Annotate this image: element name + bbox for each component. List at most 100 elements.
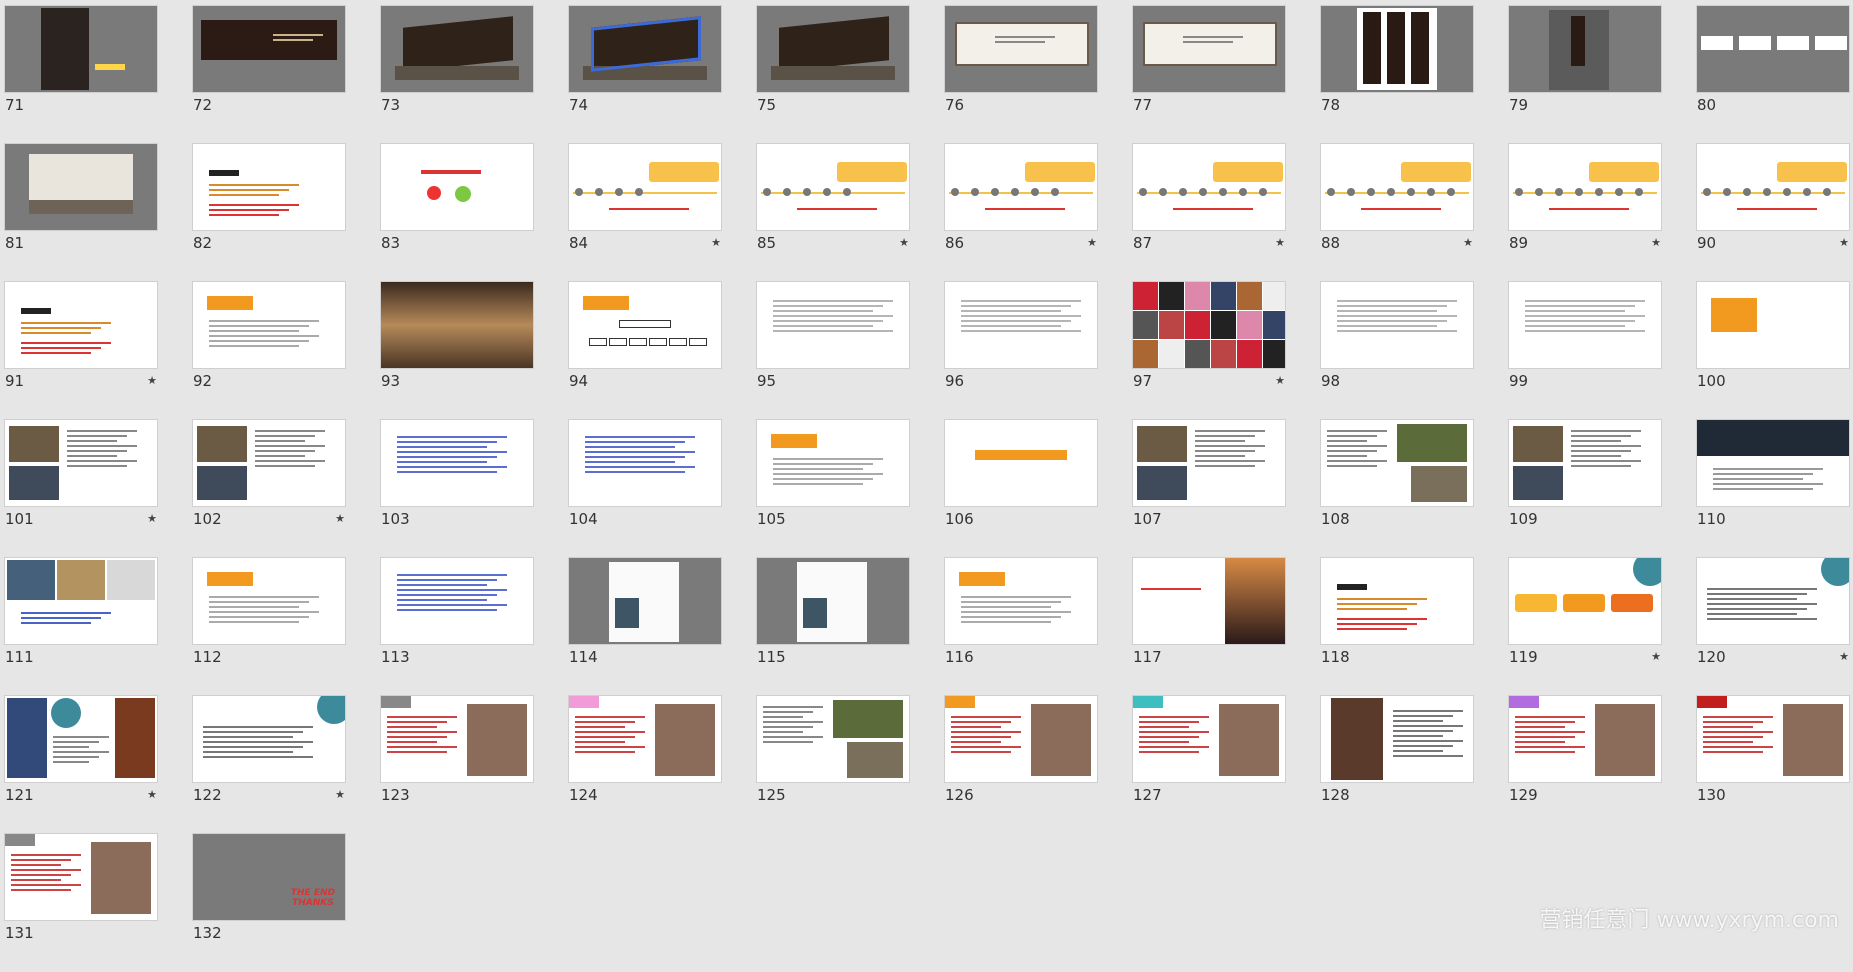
- slide-thumbnail[interactable]: THE END THANKS 132: [193, 834, 345, 972]
- slide-preview[interactable]: [5, 558, 157, 644]
- slide-thumbnail[interactable]: 80: [1697, 6, 1849, 144]
- slide-preview[interactable]: [1321, 558, 1473, 644]
- slide-thumbnail[interactable]: 98: [1321, 282, 1473, 420]
- slide-preview[interactable]: [381, 696, 533, 782]
- slide-preview[interactable]: [1697, 144, 1849, 230]
- slide-preview[interactable]: [1697, 696, 1849, 782]
- slide-thumbnail[interactable]: 101 ★: [5, 420, 157, 558]
- animation-star-icon[interactable]: ★: [1651, 650, 1661, 663]
- slide-thumbnail[interactable]: 124: [569, 696, 721, 834]
- slide-thumbnail[interactable]: 118: [1321, 558, 1473, 696]
- slide-thumbnail[interactable]: 71: [5, 6, 157, 144]
- animation-star-icon[interactable]: ★: [147, 374, 157, 387]
- slide-preview[interactable]: [1697, 282, 1849, 368]
- slide-thumbnail[interactable]: 83: [381, 144, 533, 282]
- slide-thumbnail[interactable]: 119 ★: [1509, 558, 1661, 696]
- slide-preview[interactable]: [1133, 696, 1285, 782]
- slide-thumbnail[interactable]: 114: [569, 558, 721, 696]
- slide-thumbnail[interactable]: 74: [569, 6, 721, 144]
- slide-thumbnail[interactable]: 117: [1133, 558, 1285, 696]
- animation-star-icon[interactable]: ★: [1275, 236, 1285, 249]
- slide-preview[interactable]: [1697, 558, 1849, 644]
- slide-preview[interactable]: [757, 420, 909, 506]
- slide-preview[interactable]: THE END THANKS: [193, 834, 345, 920]
- slide-preview[interactable]: [1321, 6, 1473, 92]
- slide-thumbnail[interactable]: 129: [1509, 696, 1661, 834]
- animation-star-icon[interactable]: ★: [335, 512, 345, 525]
- slide-preview[interactable]: [5, 6, 157, 92]
- slide-preview[interactable]: [945, 696, 1097, 782]
- slide-thumbnail[interactable]: 123: [381, 696, 533, 834]
- animation-star-icon[interactable]: ★: [1087, 236, 1097, 249]
- slide-thumbnail[interactable]: 94: [569, 282, 721, 420]
- slide-thumbnail[interactable]: 131: [5, 834, 157, 972]
- slide-preview[interactable]: [5, 144, 157, 230]
- slide-thumbnail[interactable]: 105: [757, 420, 909, 558]
- slide-thumbnail[interactable]: 73: [381, 6, 533, 144]
- slide-thumbnail[interactable]: 127: [1133, 696, 1285, 834]
- slide-preview[interactable]: [381, 282, 533, 368]
- slide-thumbnail[interactable]: 75: [757, 6, 909, 144]
- slide-thumbnail[interactable]: 116: [945, 558, 1097, 696]
- slide-thumbnail[interactable]: 90 ★: [1697, 144, 1849, 282]
- slide-preview[interactable]: [945, 558, 1097, 644]
- slide-preview[interactable]: [381, 558, 533, 644]
- slide-preview[interactable]: [757, 282, 909, 368]
- animation-star-icon[interactable]: ★: [1839, 650, 1849, 663]
- slide-preview[interactable]: [569, 420, 721, 506]
- slide-thumbnail[interactable]: 120 ★: [1697, 558, 1849, 696]
- slide-preview[interactable]: [757, 6, 909, 92]
- slide-preview[interactable]: [193, 144, 345, 230]
- slide-thumbnail[interactable]: 82: [193, 144, 345, 282]
- slide-preview[interactable]: [1509, 144, 1661, 230]
- slide-thumbnail[interactable]: 100: [1697, 282, 1849, 420]
- slide-thumbnail[interactable]: 115: [757, 558, 909, 696]
- slide-preview[interactable]: [1133, 144, 1285, 230]
- slide-preview[interactable]: [1133, 6, 1285, 92]
- slide-thumbnail[interactable]: 128: [1321, 696, 1473, 834]
- animation-star-icon[interactable]: ★: [1839, 236, 1849, 249]
- slide-thumbnail[interactable]: 102 ★: [193, 420, 345, 558]
- slide-preview[interactable]: [757, 696, 909, 782]
- animation-star-icon[interactable]: ★: [335, 788, 345, 801]
- animation-star-icon[interactable]: ★: [147, 788, 157, 801]
- slide-thumbnail[interactable]: 91 ★: [5, 282, 157, 420]
- slide-thumbnail[interactable]: 87 ★: [1133, 144, 1285, 282]
- slide-preview[interactable]: [1509, 6, 1661, 92]
- slide-thumbnail[interactable]: 89 ★: [1509, 144, 1661, 282]
- animation-star-icon[interactable]: ★: [711, 236, 721, 249]
- slide-preview[interactable]: [945, 6, 1097, 92]
- slide-preview[interactable]: [193, 282, 345, 368]
- slide-preview[interactable]: [1321, 420, 1473, 506]
- slide-thumbnail[interactable]: 107: [1133, 420, 1285, 558]
- slide-preview[interactable]: [193, 6, 345, 92]
- slide-thumbnail[interactable]: 76: [945, 6, 1097, 144]
- animation-star-icon[interactable]: ★: [1463, 236, 1473, 249]
- slide-preview[interactable]: [569, 696, 721, 782]
- slide-thumbnail[interactable]: 95: [757, 282, 909, 420]
- slide-preview[interactable]: [569, 144, 721, 230]
- slide-preview[interactable]: [945, 420, 1097, 506]
- slide-thumbnail[interactable]: 106: [945, 420, 1097, 558]
- slide-preview[interactable]: [1321, 282, 1473, 368]
- slide-preview[interactable]: [5, 282, 157, 368]
- slide-preview[interactable]: [381, 420, 533, 506]
- slide-preview[interactable]: [5, 420, 157, 506]
- slide-thumbnail[interactable]: 110: [1697, 420, 1849, 558]
- slide-thumbnail[interactable]: 125: [757, 696, 909, 834]
- slide-preview[interactable]: [569, 6, 721, 92]
- slide-thumbnail[interactable]: 103: [381, 420, 533, 558]
- slide-thumbnail[interactable]: 85 ★: [757, 144, 909, 282]
- slide-thumbnail[interactable]: 93: [381, 282, 533, 420]
- slide-preview[interactable]: [381, 144, 533, 230]
- slide-thumbnail[interactable]: 79: [1509, 6, 1661, 144]
- slide-preview[interactable]: [193, 558, 345, 644]
- slide-preview[interactable]: [1133, 420, 1285, 506]
- slide-preview[interactable]: [1321, 144, 1473, 230]
- slide-preview[interactable]: [1321, 696, 1473, 782]
- slide-preview[interactable]: [1697, 420, 1849, 506]
- slide-thumbnail[interactable]: 122 ★: [193, 696, 345, 834]
- slide-thumbnail[interactable]: 86 ★: [945, 144, 1097, 282]
- slide-thumbnail[interactable]: 97 ★: [1133, 282, 1285, 420]
- slide-thumbnail[interactable]: 111: [5, 558, 157, 696]
